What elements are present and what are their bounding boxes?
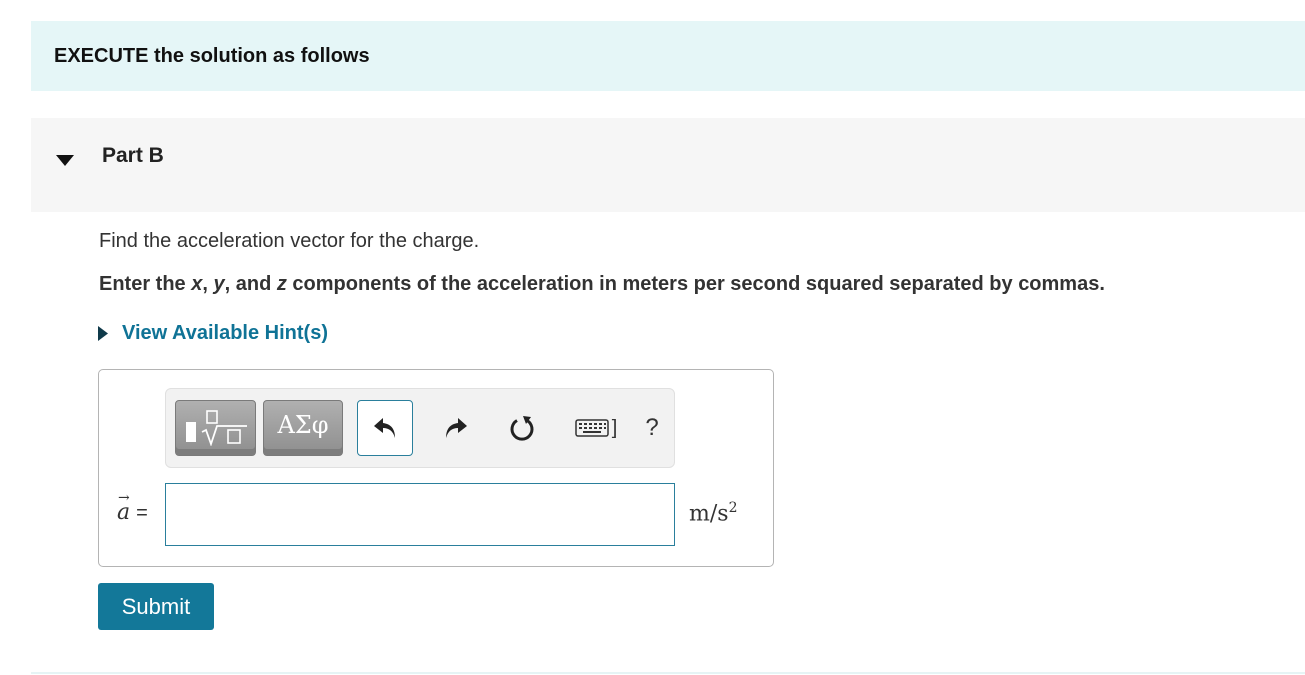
redo-button[interactable] bbox=[428, 400, 484, 456]
instruction-sep2: , and bbox=[224, 273, 277, 295]
units-exponent: 2 bbox=[728, 500, 738, 516]
undo-icon bbox=[374, 418, 395, 438]
keyboard-button[interactable]: ] bbox=[564, 400, 628, 456]
undo-button[interactable] bbox=[357, 400, 413, 456]
view-hints-label[interactable]: View Available Hint(s) bbox=[122, 322, 328, 345]
reset-icon bbox=[510, 416, 534, 441]
bottom-divider bbox=[31, 672, 1305, 674]
var-x: x bbox=[191, 273, 203, 295]
redo-icon bbox=[446, 418, 467, 438]
collapse-toggle-icon[interactable] bbox=[54, 150, 76, 172]
templates-button[interactable] bbox=[175, 400, 256, 456]
triangle-down-icon bbox=[56, 155, 74, 166]
instruction-pre: Enter the bbox=[99, 273, 192, 295]
math-toolbar: ΑΣφ ] ? bbox=[165, 388, 675, 468]
question-prompt: Find the acceleration vector for the cha… bbox=[99, 230, 480, 252]
answer-input[interactable] bbox=[165, 483, 675, 546]
answer-box: ΑΣφ ] ? → a = m/s2 bbox=[98, 369, 774, 567]
execute-banner: EXECUTE the solution as follows bbox=[31, 21, 1305, 91]
part-title: Part B bbox=[102, 144, 164, 167]
vector-a: → a bbox=[117, 490, 130, 525]
units-base: m/s bbox=[689, 501, 729, 527]
symbols-button[interactable]: ΑΣφ bbox=[263, 400, 343, 456]
instruction-post: components of the acceleration in meters… bbox=[286, 273, 1105, 295]
reset-button[interactable] bbox=[494, 400, 550, 456]
keyboard-icon bbox=[574, 419, 609, 437]
templates-icon bbox=[185, 410, 247, 446]
part-header[interactable]: Part B bbox=[31, 118, 1305, 212]
keyboard-bracket: ] bbox=[611, 416, 618, 439]
triangle-right-icon bbox=[98, 326, 108, 341]
var-z: z bbox=[276, 273, 287, 295]
help-button[interactable]: ? bbox=[634, 400, 670, 456]
submit-button[interactable]: Submit bbox=[98, 583, 214, 630]
var-y: y bbox=[213, 273, 225, 295]
question-instruction: Enter the x, y, and z components of the … bbox=[99, 273, 1105, 296]
answer-units: m/s2 bbox=[689, 500, 738, 526]
answer-variable-label: → a = bbox=[117, 490, 148, 525]
vector-arrow-icon: → bbox=[118, 490, 130, 506]
view-hints-link[interactable]: View Available Hint(s) bbox=[98, 322, 328, 345]
equals-sign: = bbox=[136, 502, 148, 524]
execute-banner-text: EXECUTE the solution as follows bbox=[54, 44, 370, 67]
instruction-sep1: , bbox=[202, 273, 214, 295]
